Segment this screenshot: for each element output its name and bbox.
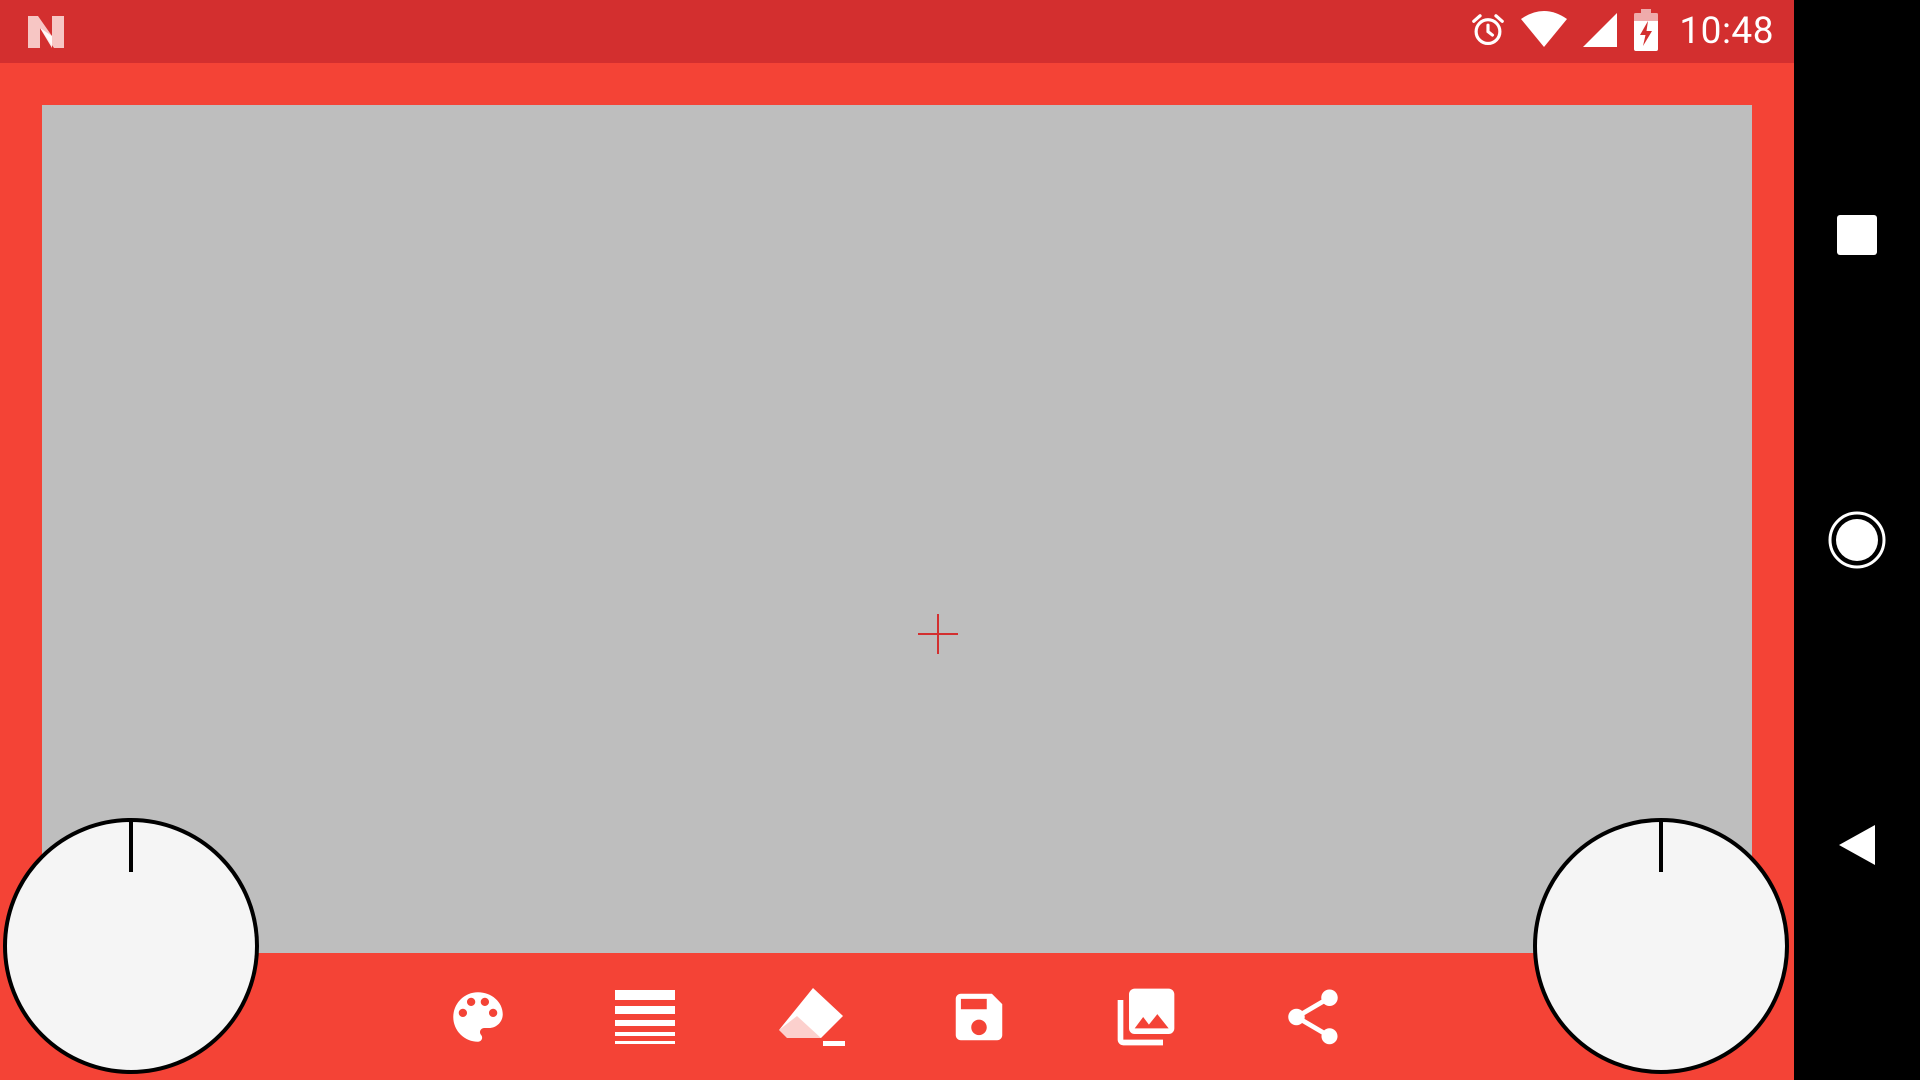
n-notification-icon [26,14,66,50]
status-icons: 10:48 [1469,0,1774,63]
status-bar: 10:48 [0,0,1794,63]
eraser-icon [779,988,845,1046]
share-button[interactable] [1277,981,1349,1053]
home-button[interactable] [1794,485,1920,595]
knob-marker [1659,822,1663,872]
battery-charging-icon [1633,8,1659,55]
photo-library-icon [1117,988,1175,1046]
status-clock: 10:48 [1679,10,1774,53]
cell-signal-icon [1581,11,1619,53]
back-button[interactable] [1794,790,1920,900]
save-button[interactable] [943,981,1015,1053]
line-width-button[interactable] [609,981,681,1053]
wifi-icon [1521,10,1568,53]
palette-button[interactable] [442,981,514,1053]
knob-marker [129,822,133,872]
back-triangle-icon [1839,825,1875,865]
etch-a-sketch-app: 10:48 [0,0,1794,1080]
palette-icon [453,992,503,1042]
line-weight-icon [615,990,675,1044]
left-horizontal-knob[interactable] [3,818,259,1074]
navigation-bar [1794,0,1920,1080]
floppy-disk-icon [955,993,1003,1041]
home-circle-icon [1828,511,1886,569]
recents-square-icon [1837,215,1877,255]
share-icon [1288,989,1338,1045]
erase-button[interactable] [776,981,848,1053]
right-vertical-knob[interactable] [1533,818,1789,1074]
toolbar [0,953,1794,1080]
crosshair-icon [918,614,958,654]
drawing-canvas[interactable] [42,105,1752,953]
alarm-icon [1469,11,1507,53]
gallery-button[interactable] [1110,981,1182,1053]
recents-button[interactable] [1794,180,1920,290]
